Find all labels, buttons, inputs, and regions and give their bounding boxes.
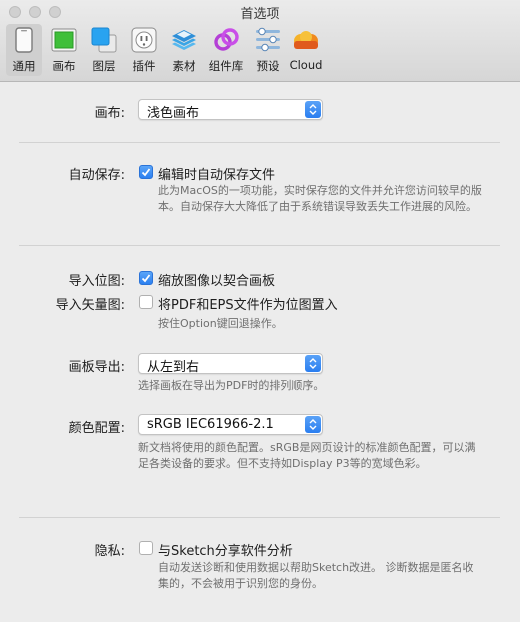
tab-label: 素材 — [172, 59, 196, 73]
import-bitmap-checkbox[interactable] — [139, 271, 153, 285]
autosave-checkbox[interactable] — [139, 165, 153, 179]
chevron-updown-icon — [305, 101, 321, 118]
privacy-label: 隐私: — [94, 544, 125, 559]
autosave-label: 自动保存: — [68, 168, 125, 183]
import-bitmap-checkbox-label[interactable]: 缩放图像以契合画板 — [158, 270, 275, 289]
title-bar: 首选项 通用 画布 图层 插件 素材 组件库 预设 Cloud — [0, 0, 520, 82]
section-divider — [19, 517, 500, 518]
tab-assets[interactable]: 素材 — [166, 24, 202, 76]
tab-presets[interactable]: 预设 — [250, 24, 286, 76]
plugin-icon — [131, 27, 157, 53]
general-settings-pane: 画布: 浅色画布 自动保存: 编辑时自动保存文件 此为MacOS的一项功能，实时… — [0, 83, 520, 622]
presets-icon — [256, 27, 280, 52]
canvas-select[interactable]: 浅色画布 — [138, 99, 323, 121]
section-divider — [19, 245, 500, 246]
import-vector-label: 导入矢量图: — [55, 298, 125, 313]
assets-icon — [172, 30, 196, 50]
tab-layers[interactable]: 图层 — [86, 24, 122, 76]
chevron-updown-icon — [305, 416, 321, 433]
tab-label: 插件 — [132, 59, 156, 73]
autosave-hint-line1: 此为MacOS的一项功能，实时保存您的文件并允许您访问较早的版 — [158, 184, 482, 197]
tab-label: 通用 — [12, 59, 36, 73]
library-icon — [214, 28, 239, 51]
import-vector-hint: 按住Option键回退操作。 — [158, 317, 283, 330]
color-profile-hint-line1: 新文档将使用的颜色配置。sRGB是网页设计的标准颜色配置，可以满 — [138, 441, 476, 454]
artboard-export-hint: 选择画板在导出为PDF时的排列顺序。 — [138, 379, 325, 392]
import-vector-checkbox[interactable] — [139, 295, 153, 309]
canvas-select-value: 浅色画布 — [147, 106, 200, 121]
layers-icon — [91, 27, 117, 53]
import-vector-checkbox-label[interactable]: 将PDF和EPS文件作为位图置入 — [158, 294, 338, 313]
artboard-export-label: 画板导出: — [68, 360, 125, 375]
phone-general-icon — [15, 27, 33, 53]
artboard-export-select[interactable]: 从左到右 — [138, 353, 323, 375]
tab-label: 画布 — [52, 59, 76, 73]
canvas-label: 画布: — [94, 106, 125, 121]
section-divider — [19, 142, 500, 143]
preferences-window: 首选项 通用 画布 图层 插件 素材 组件库 预设 Cloud 画布: 浅色画布… — [0, 0, 520, 622]
color-profile-label: 颜色配置: — [68, 421, 125, 436]
color-profile-select[interactable]: sRGB IEC61966-2.1 — [138, 414, 323, 435]
autosave-hint-line2: 本。自动保存大大降低了由于系统错误导致丢失工作进展的风险。 — [158, 200, 477, 213]
privacy-hint-line2: 集的，不会被用于识别您的身份。 — [158, 577, 323, 590]
autosave-checkbox-label[interactable]: 编辑时自动保存文件 — [158, 164, 275, 183]
privacy-checkbox[interactable] — [139, 541, 153, 555]
checkmark-icon — [141, 274, 151, 283]
tab-label: 预设 — [256, 59, 280, 73]
tab-label: Cloud — [289, 58, 323, 72]
artboard-export-select-value: 从左到右 — [147, 360, 200, 375]
chevron-updown-icon — [305, 355, 321, 372]
import-bitmap-label: 导入位图: — [68, 274, 125, 289]
privacy-hint-line1: 自动发送诊断和使用数据以帮助Sketch改进。 诊断数据是匿名收 — [158, 561, 474, 574]
privacy-checkbox-label[interactable]: 与Sketch分享软件分析 — [158, 540, 293, 559]
color-profile-select-value: sRGB IEC61966-2.1 — [147, 417, 274, 432]
tab-label: 图层 — [92, 59, 116, 73]
tab-label: 组件库 — [208, 59, 244, 73]
tab-general[interactable]: 通用 — [6, 24, 42, 76]
cloud-icon — [294, 31, 318, 49]
tab-plugins[interactable]: 插件 — [126, 24, 162, 76]
canvas-icon — [51, 28, 77, 52]
tab-canvas[interactable]: 画布 — [46, 24, 82, 76]
window-title: 首选项 — [240, 7, 280, 22]
checkmark-icon — [141, 168, 151, 177]
color-profile-hint-line2: 足各类设备的要求。但不支持如Display P3等的宽域色彩。 — [138, 457, 427, 470]
tab-cloud[interactable]: Cloud — [288, 24, 324, 76]
tab-libraries[interactable]: 组件库 — [206, 24, 246, 76]
